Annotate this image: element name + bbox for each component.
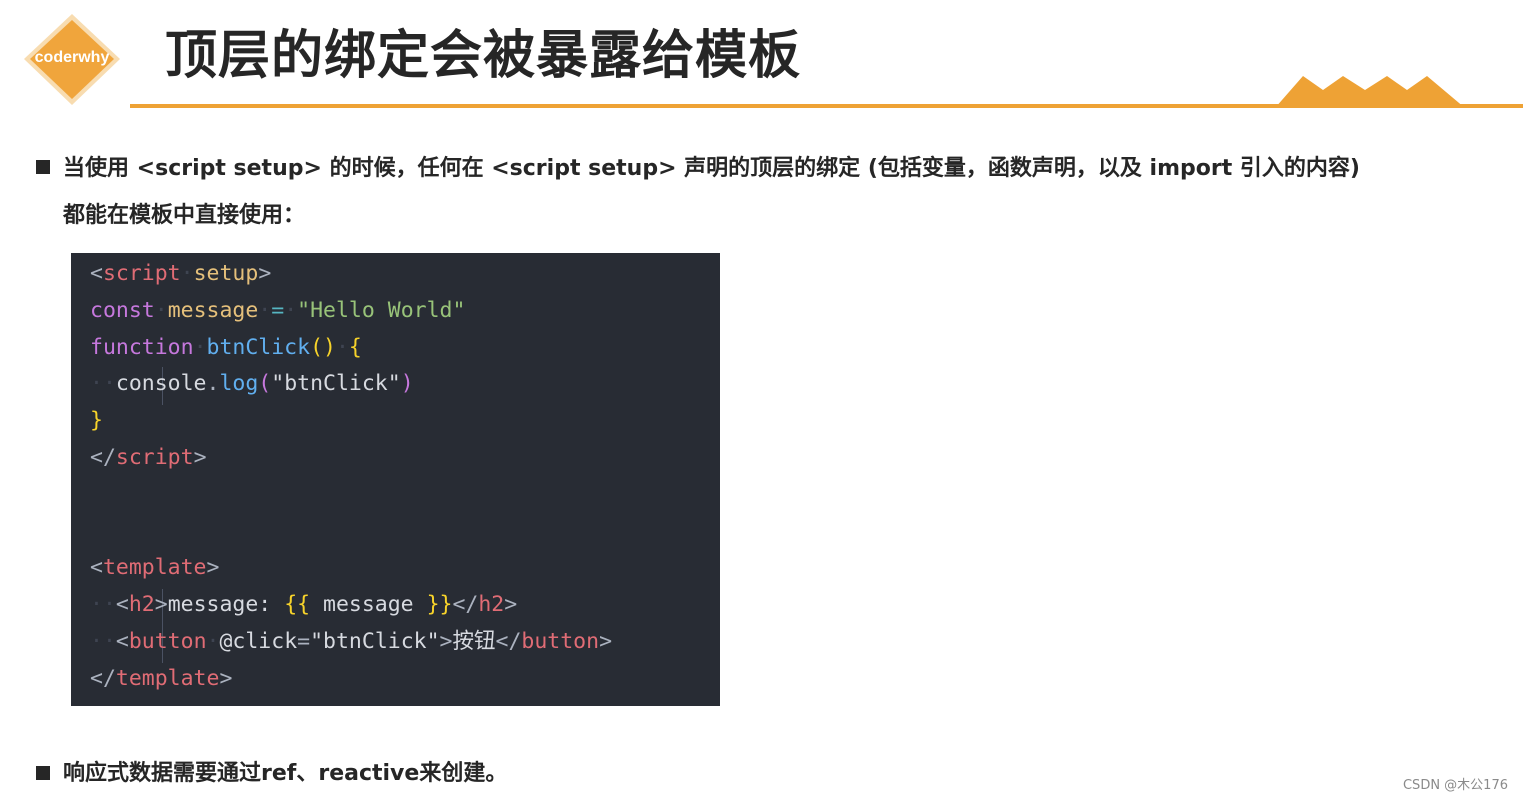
code-line: } [90,408,103,434]
header-mountain-decoration [1275,76,1465,108]
bullet-square-icon [36,160,50,174]
header-divider [130,104,1523,108]
logo-text: coderwhy [34,49,110,66]
coderwhy-logo: coderwhy [22,12,122,107]
page-title: 顶层的绑定会被暴露给模板 [165,26,802,86]
bullet-text-line: 当使用 <script setup> 的时候，任何在 <script setup… [63,156,1360,181]
code-line: <script·setup> [90,261,272,286]
code-line: const·message·=·"Hello World" [90,297,466,323]
code-line: </script> [90,444,207,470]
code-line: ··<h2>message: {{ message }}</h2> [90,592,518,618]
bullet-text-line: 响应式数据需要通过ref、reactive来创建。 [63,761,508,786]
code-line: function·btnClick()·{ [90,334,362,360]
code-content: <script·setup> const·message·=·"Hello Wo… [90,256,612,698]
watermark: CSDN @木公176 [1402,778,1508,793]
bullet-square-icon [36,766,50,780]
code-line: <template> [90,555,220,581]
code-line: ··console.log("btnClick") [90,371,414,397]
bullet-text-line: 都能在模板中直接使用： [63,203,306,228]
code-line: ··<button·@click="btnClick">按钮</button> [90,628,613,654]
code-block: <script·setup> const·message·=·"Hello Wo… [71,253,720,706]
code-line: </template> [90,665,233,691]
